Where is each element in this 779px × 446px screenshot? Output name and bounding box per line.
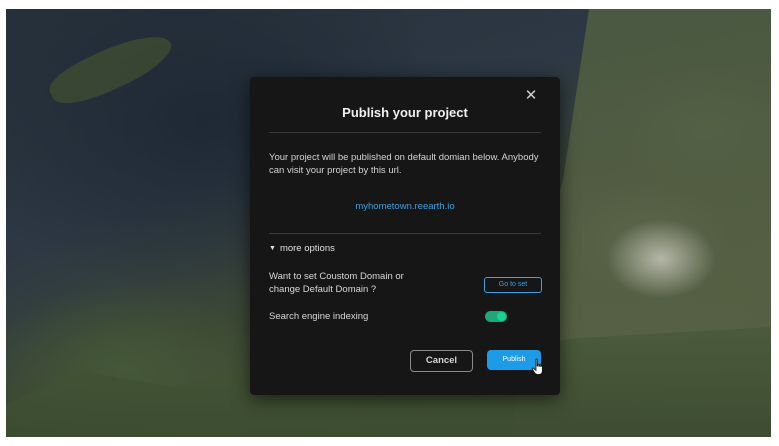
more-options-label: more options — [279, 243, 335, 254]
search-engine-indexing-toggle[interactable] — [485, 311, 507, 322]
toggle-knob — [497, 312, 506, 321]
cancel-button[interactable]: Cancel — [410, 350, 473, 372]
screen: ✕ Publish your project Your project will… — [0, 0, 779, 446]
divider — [269, 233, 541, 234]
more-options-toggle[interactable]: ▼ more options — [269, 243, 335, 254]
publish-description: Your project will be published on defaul… — [269, 152, 539, 176]
go-to-set-button[interactable]: Go to set — [484, 277, 542, 293]
modal-title: Publish your project — [342, 105, 468, 120]
divider — [269, 132, 541, 133]
mountain-snow — [606, 219, 716, 299]
close-icon[interactable]: ✕ — [524, 88, 538, 103]
caret-down-icon: ▼ — [269, 245, 276, 252]
publish-modal: ✕ Publish your project Your project will… — [250, 77, 560, 395]
custom-domain-text: Want to set Coustom Domain or change Def… — [269, 271, 404, 295]
search-engine-indexing-label: Search engine indexing — [269, 311, 369, 322]
project-url-link[interactable]: myhometown.reearth.io — [250, 201, 560, 212]
hand-pointer-icon — [531, 358, 543, 375]
